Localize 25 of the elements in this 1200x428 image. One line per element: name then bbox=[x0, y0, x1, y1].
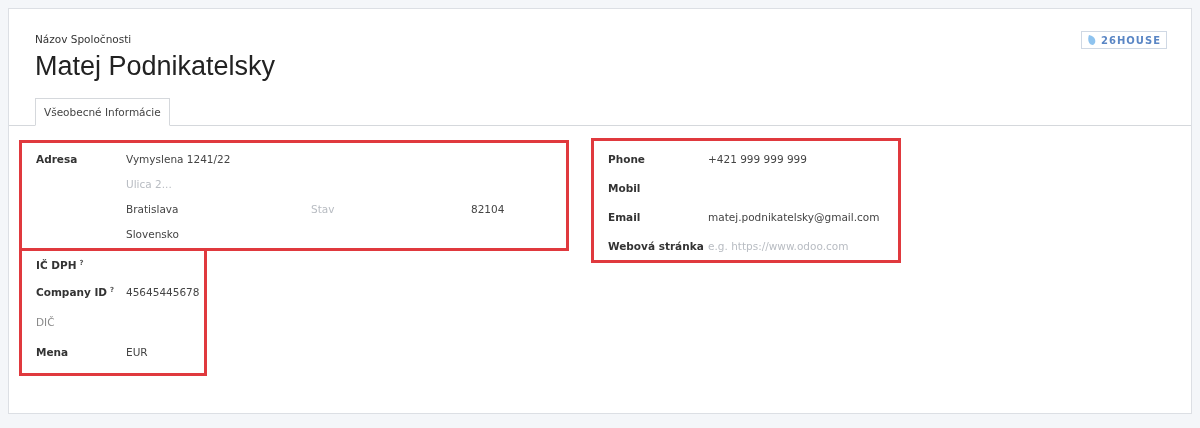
field-caption: Názov Spoločnosti bbox=[35, 33, 133, 45]
company-name: Matej Podnikatelsky bbox=[35, 51, 276, 82]
leaf-icon bbox=[1087, 34, 1098, 46]
field-label: Mena bbox=[36, 346, 70, 358]
field-label: Adresa bbox=[36, 152, 79, 165]
field-value: Bratislava bbox=[126, 202, 180, 215]
company-logo: 26HOUSE bbox=[1081, 31, 1167, 49]
field-value: 45645445678 bbox=[126, 286, 200, 298]
tab[interactable]: Všeobecné Informácie bbox=[35, 98, 170, 126]
input-field[interactable]: e.g. https://www.odoo.com bbox=[708, 239, 878, 252]
field-value: Slovensko bbox=[126, 227, 179, 240]
field-label: IČ DPH $^{?}$ bbox=[36, 259, 85, 271]
field-value: EUR bbox=[126, 346, 148, 358]
field-value: +421 999 999 999 bbox=[708, 152, 807, 165]
field-label: Mobil bbox=[608, 181, 642, 194]
field-label: Email bbox=[608, 210, 642, 223]
field-value: 82104 bbox=[471, 202, 505, 215]
field-value: Vymyslena 1241/22 bbox=[126, 152, 231, 165]
field-label: Webová stránka bbox=[608, 239, 705, 252]
field-value: matej.podnikatelsky@gmail.com bbox=[708, 210, 880, 223]
input-field[interactable]: Ulica 2... bbox=[126, 177, 276, 190]
input-field[interactable]: Stav bbox=[311, 202, 471, 215]
field-label: Phone bbox=[608, 152, 646, 165]
field-label: DIČ bbox=[36, 316, 56, 328]
field-label: Company ID $^{?}$ bbox=[36, 286, 116, 298]
